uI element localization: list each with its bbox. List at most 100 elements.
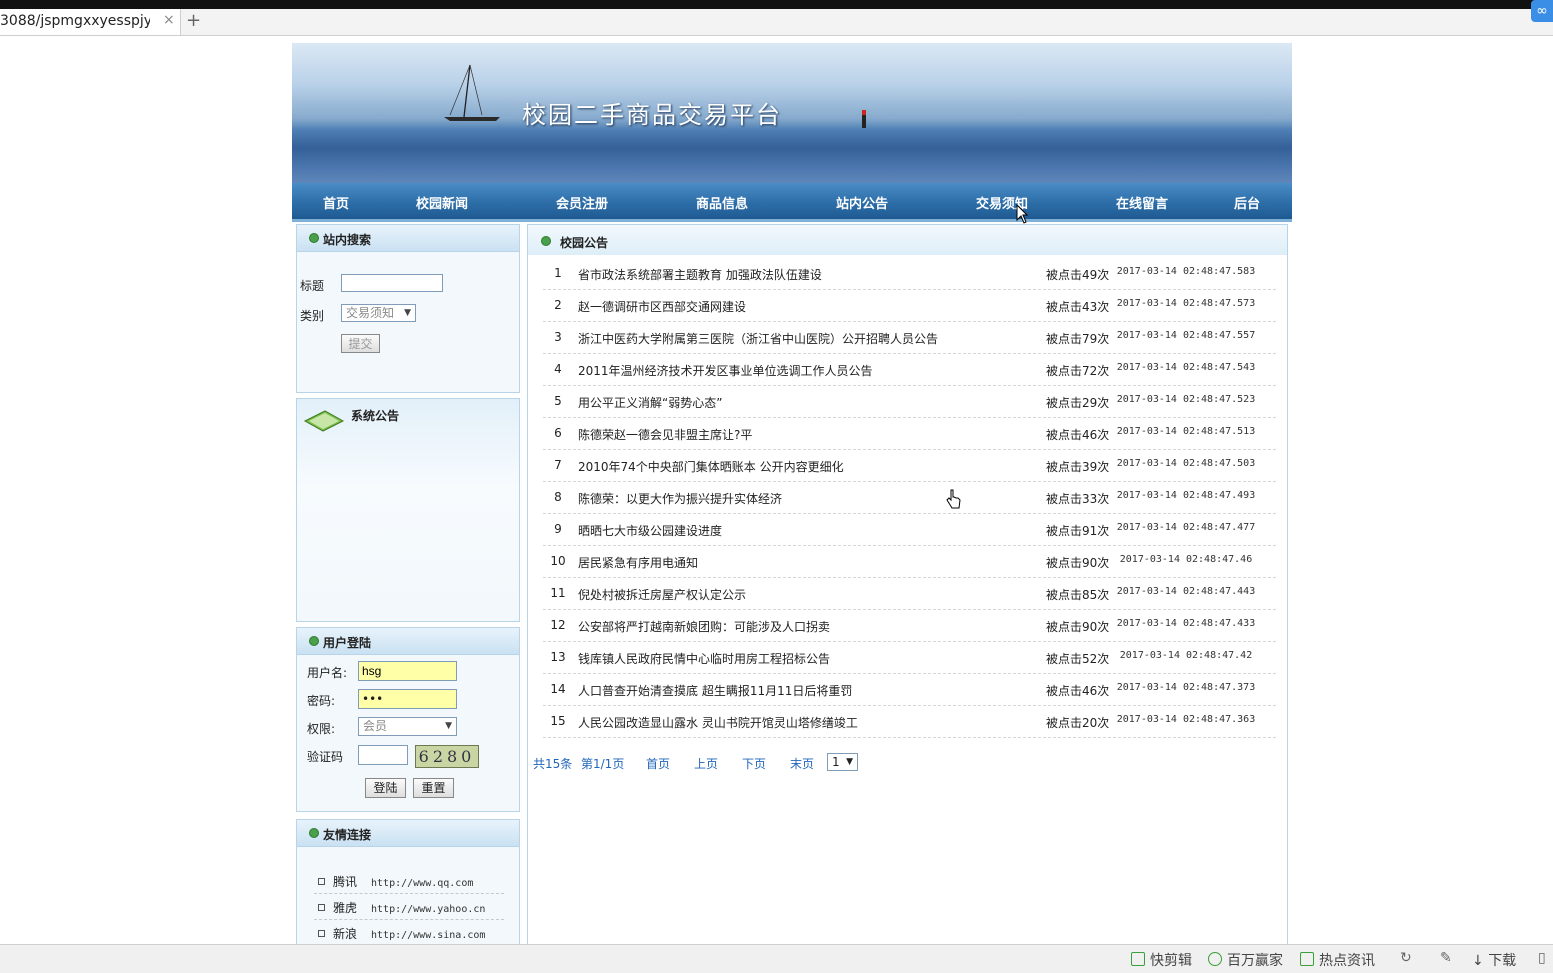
friend-link-url[interactable]: http://www.qq.com xyxy=(371,878,473,889)
chevron-down-icon: ▼ xyxy=(445,721,452,731)
bullet-icon xyxy=(309,828,319,838)
tab-title: 3088/jspmgxxyesspjyx xyxy=(0,13,150,29)
role-value: 会员 xyxy=(363,719,388,733)
table-row[interactable]: 2 赵一德调研市区西部交通网建设 被点击43次 2017-03-14 02:48… xyxy=(543,289,1276,322)
nav-home[interactable]: 首页 xyxy=(323,193,349,212)
search-category-value: 交易须知 xyxy=(346,306,395,320)
table-row[interactable]: 12 公安部将严打越南新娘团购：可能涉及人口拐卖 被点击90次 2017-03-… xyxy=(543,609,1276,642)
row-number: 1 xyxy=(554,266,562,280)
table-row[interactable]: 1 省市政法系统部署主题教育 加强政法队伍建设 被点击49次 2017-03-1… xyxy=(543,257,1276,290)
row-date: 2017-03-14 02:48:47.363 xyxy=(1116,714,1256,725)
row-number: 11 xyxy=(550,586,566,600)
window-top-bar xyxy=(0,0,1553,9)
tab-close-icon[interactable]: × xyxy=(163,12,175,28)
table-row[interactable]: 13 钱库镇人民政府民情中心临时用房工程招标公告 被点击52次 2017-03-… xyxy=(543,641,1276,674)
refresh-icon[interactable]: ↻ xyxy=(1400,950,1412,966)
row-title-link[interactable]: 陈德荣赵一德会见非盟主席让?平 xyxy=(578,426,752,443)
table-row[interactable]: 4 2011年温州经济技术开发区事业单位选调工作人员公告 被点击72次 2017… xyxy=(543,353,1276,386)
row-number: 14 xyxy=(550,682,566,696)
reset-button[interactable]: 重置 xyxy=(413,778,454,798)
username-input[interactable] xyxy=(358,661,457,681)
row-date: 2017-03-14 02:48:47.513 xyxy=(1116,426,1256,437)
friend-link-name[interactable]: 雅虎 xyxy=(333,901,357,915)
layout-icon[interactable]: ▯ xyxy=(1538,950,1546,966)
login-panel-header: 用户登陆 xyxy=(297,628,519,655)
search-panel-title: 站内搜索 xyxy=(323,233,372,247)
captcha-image[interactable]: 6280 xyxy=(415,745,479,768)
nav-messages[interactable]: 在线留言 xyxy=(1116,193,1168,212)
pager-select-value: 1 xyxy=(832,755,840,769)
table-row[interactable]: 5 用公平正义消解“弱势心态” 被点击29次 2017-03-14 02:48:… xyxy=(543,385,1276,418)
row-title-link[interactable]: 人民公园改造显山露水 灵山书院开馆灵山塔修缮竣工 xyxy=(578,714,858,731)
row-title-link[interactable]: 2011年温州经济技术开发区事业单位选调工作人员公告 xyxy=(578,362,873,379)
nav-register[interactable]: 会员注册 xyxy=(556,193,608,212)
status-item-news[interactable]: 热点资讯 xyxy=(1300,950,1375,970)
search-panel-header: 站内搜索 xyxy=(297,225,519,252)
status-item-clip[interactable]: 快剪辑 xyxy=(1131,950,1192,970)
row-title-link[interactable]: 用公平正义消解“弱势心态” xyxy=(578,394,722,411)
row-number: 2 xyxy=(554,298,562,312)
table-row[interactable]: 3 浙江中医药大学附属第三医院（浙江省中山医院）公开招聘人员公告 被点击79次 … xyxy=(543,321,1276,354)
friend-link-url[interactable]: http://www.sina.com xyxy=(371,930,485,941)
row-clicks: 被点击43次 xyxy=(1046,300,1110,314)
login-button[interactable]: 登陆 xyxy=(365,778,406,798)
nav-admin[interactable]: 后台 xyxy=(1234,193,1260,212)
pager-total: 共15条 xyxy=(533,757,573,771)
chevron-down-icon: ▼ xyxy=(846,757,853,767)
row-title-link[interactable]: 居民紧急有序用电通知 xyxy=(578,554,698,571)
row-date: 2017-03-14 02:48:47.443 xyxy=(1116,586,1256,597)
row-title-link[interactable]: 2010年74个中央部门集体晒账本 公开内容更细化 xyxy=(578,458,844,475)
pin-icon[interactable]: ✎ xyxy=(1440,950,1452,966)
new-tab-icon[interactable]: + xyxy=(186,10,201,31)
row-number: 3 xyxy=(554,330,562,344)
captcha-input[interactable] xyxy=(358,745,408,765)
pager-select[interactable]: 1 ▼ xyxy=(827,753,858,771)
row-title-link[interactable]: 陈德荣：以更大作为振兴提升实体经济 xyxy=(578,490,782,507)
table-row[interactable]: 15 人民公园改造显山露水 灵山书院开馆灵山塔修缮竣工 被点击20次 2017-… xyxy=(543,705,1276,738)
pager-last-link[interactable]: 末页 xyxy=(790,755,814,772)
row-number: 4 xyxy=(554,362,562,376)
row-title-link[interactable]: 倪处村被拆迁房屋产权认定公示 xyxy=(578,586,746,603)
row-title-link[interactable]: 浙江中医药大学附属第三医院（浙江省中山医院）公开招聘人员公告 xyxy=(578,330,938,347)
pager-first-link[interactable]: 首页 xyxy=(646,755,670,772)
sailboat-icon xyxy=(444,64,500,121)
pager-prev-link[interactable]: 上页 xyxy=(694,755,718,772)
role-select[interactable]: 会员 ▼ xyxy=(358,717,457,736)
status-item-winner[interactable]: 百万赢家 xyxy=(1208,950,1283,970)
table-row[interactable]: 6 陈德荣赵一德会见非盟主席让?平 被点击46次 2017-03-14 02:4… xyxy=(543,417,1276,450)
divider xyxy=(314,893,504,894)
nav-announcements[interactable]: 站内公告 xyxy=(836,193,888,212)
table-row[interactable]: 9 晒晒七大市级公园建设进度 被点击91次 2017-03-14 02:48:4… xyxy=(543,513,1276,546)
status-item-download[interactable]: ↓ 下载 xyxy=(1472,950,1516,970)
table-row[interactable]: 7 2010年74个中央部门集体晒账本 公开内容更细化 被点击39次 2017-… xyxy=(543,449,1276,482)
browser-tab[interactable]: 3088/jspmgxxyesspjyx × xyxy=(0,9,181,35)
row-title-link[interactable]: 省市政法系统部署主题教育 加强政法队伍建设 xyxy=(578,266,822,283)
table-row[interactable]: 11 倪处村被拆迁房屋产权认定公示 被点击85次 2017-03-14 02:4… xyxy=(543,577,1276,610)
row-title-link[interactable]: 人口普查开始清查摸底 超生瞒报11月11日后将重罚 xyxy=(578,682,852,699)
friend-link-item[interactable]: 腾讯 http://www.qq.com xyxy=(318,873,473,890)
table-row[interactable]: 10 居民紧急有序用电通知 被点击90次 2017-03-14 02:48:47… xyxy=(543,545,1276,578)
friend-link-item[interactable]: 雅虎 http://www.yahoo.cn xyxy=(318,899,485,916)
browser-extension-icon[interactable]: ∞ xyxy=(1531,0,1553,22)
square-bullet-icon xyxy=(318,930,325,937)
search-category-select[interactable]: 交易须知 ▼ xyxy=(341,304,416,322)
row-number: 8 xyxy=(554,490,562,504)
password-input[interactable]: ••• xyxy=(358,689,457,709)
row-title-link[interactable]: 赵一德调研市区西部交通网建设 xyxy=(578,298,746,315)
friend-link-name[interactable]: 腾讯 xyxy=(333,875,357,889)
row-title-link[interactable]: 钱库镇人民政府民情中心临时用房工程招标公告 xyxy=(578,650,830,667)
nav-products[interactable]: 商品信息 xyxy=(696,193,748,212)
pager-next-link[interactable]: 下页 xyxy=(742,755,766,772)
search-submit-button[interactable]: 提交 xyxy=(341,334,380,353)
announcement-list-header: 校园公告 xyxy=(528,225,1287,255)
search-title-input[interactable] xyxy=(341,274,443,292)
table-row[interactable]: 8 陈德荣：以更大作为振兴提升实体经济 被点击33次 2017-03-14 02… xyxy=(543,481,1276,514)
friend-link-name[interactable]: 新浪 xyxy=(333,927,357,941)
friend-link-url[interactable]: http://www.yahoo.cn xyxy=(371,904,485,915)
friend-link-item[interactable]: 新浪 http://www.sina.com xyxy=(318,925,485,942)
nav-campus-news[interactable]: 校园新闻 xyxy=(416,193,468,212)
table-row[interactable]: 14 人口普查开始清查摸底 超生瞒报11月11日后将重罚 被点击46次 2017… xyxy=(543,673,1276,706)
row-title-link[interactable]: 晒晒七大市级公园建设进度 xyxy=(578,522,722,539)
row-title-link[interactable]: 公安部将严打越南新娘团购：可能涉及人口拐卖 xyxy=(578,618,830,635)
row-clicks: 被点击39次 xyxy=(1046,460,1110,474)
